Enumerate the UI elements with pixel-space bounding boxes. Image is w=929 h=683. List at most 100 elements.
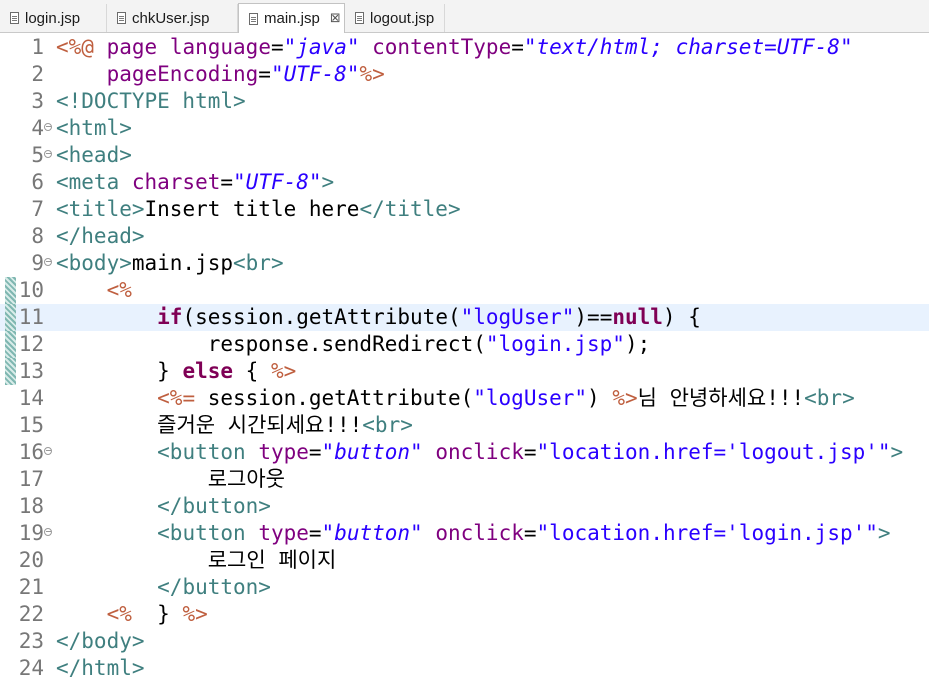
code-line[interactable]: 2 pageEncoding="UTF-8"%>: [0, 61, 929, 88]
code-token: 로그인 페이지: [56, 548, 337, 572]
line-number: 5: [31, 143, 44, 167]
code-token: }: [131, 602, 183, 626]
code-line[interactable]: 4− <html>: [0, 115, 929, 142]
line-number: 14: [18, 386, 44, 410]
tab-logout-jsp[interactable]: logout.jsp: [345, 4, 445, 32]
code-line[interactable]: 19− <button type="button" onclick="locat…: [0, 520, 929, 547]
collapse-fold-icon[interactable]: −: [44, 123, 52, 131]
tab-main-jsp[interactable]: main.jsp ⊠: [238, 3, 345, 33]
line-number: 23: [18, 629, 44, 653]
code-token: <button: [157, 440, 259, 464]
tab-chkUser-jsp[interactable]: chkUser.jsp: [107, 4, 238, 32]
code-line[interactable]: 20 로그인 페이지: [0, 547, 929, 574]
code-line[interactable]: 10 <%: [0, 277, 929, 304]
code-token: </button>: [157, 575, 271, 599]
line-number: 15: [18, 413, 44, 437]
code-line[interactable]: 17 로그아웃: [0, 466, 929, 493]
code-text: 로그아웃: [56, 466, 285, 493]
code-token: </button>: [157, 494, 271, 518]
code-token: onclick: [435, 521, 524, 545]
code-text: </button>: [56, 493, 271, 520]
code-text: pageEncoding="UTF-8"%>: [56, 61, 385, 88]
code-token: "java": [283, 35, 360, 59]
code-line[interactable]: 23 </body>: [0, 628, 929, 655]
code-token: }: [56, 359, 183, 383]
code-line[interactable]: 11 if(session.getAttribute("logUser")==n…: [0, 304, 929, 331]
editor-tab-bar: login.jsp chkUser.jsp main.jsp ⊠ logout.jsp: [0, 0, 929, 33]
line-number: 17: [18, 467, 44, 491]
code-editor[interactable]: 1 <%@ page language="java" contentType="t…: [0, 33, 929, 683]
code-token: ): [587, 386, 613, 410]
collapse-fold-icon[interactable]: −: [44, 447, 52, 455]
line-number: 12: [18, 332, 44, 356]
code-token: %>: [359, 62, 385, 86]
tab-label: chkUser.jsp: [132, 9, 210, 27]
code-token: null: [612, 305, 663, 329]
code-line[interactable]: 14 <%= session.getAttribute("logUser") %…: [0, 385, 929, 412]
collapse-fold-icon[interactable]: −: [44, 258, 52, 266]
close-tab-icon[interactable]: ⊠: [330, 12, 341, 25]
line-number: 11: [18, 305, 44, 329]
code-line[interactable]: 15 즐거운 시간되세요!!!<br>: [0, 412, 929, 439]
code-line[interactable]: 18 </button>: [0, 493, 929, 520]
code-text: if(session.getAttribute("logUser")==null…: [56, 304, 701, 331]
code-token: "login.jsp": [485, 332, 625, 356]
line-number: 18: [18, 494, 44, 518]
code-line[interactable]: 22 <% } %>: [0, 601, 929, 628]
code-token: "UTF-8": [233, 170, 322, 194]
code-line[interactable]: 7 <title>Insert title here</title>: [0, 196, 929, 223]
code-token: <%: [106, 602, 132, 626]
collapse-fold-icon[interactable]: −: [44, 528, 52, 536]
code-token: pageEncoding: [106, 62, 259, 86]
code-token: >: [877, 521, 891, 545]
code-line[interactable]: 9− <body>main.jsp<br>: [0, 250, 929, 277]
code-text: </button>: [56, 574, 271, 601]
line-number: 3: [31, 89, 44, 113]
code-token: "button": [321, 521, 423, 545]
code-token: %>: [612, 386, 638, 410]
tab-label: login.jsp: [25, 9, 81, 27]
code-text: <html>: [56, 115, 132, 142]
jsp-file-icon: [10, 12, 19, 24]
collapse-fold-icon[interactable]: −: [44, 150, 52, 158]
code-line[interactable]: 24 </html>: [0, 655, 929, 682]
code-text: 즐거운 시간되세요!!!<br>: [56, 412, 413, 439]
code-token: <%: [106, 278, 132, 302]
code-token: <%=: [157, 386, 196, 410]
code-line[interactable]: 8 </head>: [0, 223, 929, 250]
code-token: {: [233, 359, 271, 383]
code-text: </html>: [56, 655, 145, 682]
code-line[interactable]: 5− <head>: [0, 142, 929, 169]
code-text: <head>: [56, 142, 132, 169]
code-token: <button: [157, 521, 259, 545]
code-line[interactable]: 12 response.sendRedirect("login.jsp");: [0, 331, 929, 358]
line-number: 8: [31, 224, 44, 248]
line-number: 7: [31, 197, 44, 221]
code-token: charset: [131, 170, 221, 194]
code-line[interactable]: 13 } else { %>: [0, 358, 929, 385]
code-line[interactable]: 1 <%@ page language="java" contentType="t…: [0, 34, 929, 61]
code-line[interactable]: 21 </button>: [0, 574, 929, 601]
code-text: <%= session.getAttribute("logUser") %>님 …: [56, 385, 855, 412]
code-token: "button": [321, 440, 423, 464]
code-line[interactable]: 6 <meta charset="UTF-8">: [0, 169, 929, 196]
code-token: =: [511, 35, 524, 59]
code-line[interactable]: 3 <!DOCTYPE html>: [0, 88, 929, 115]
line-number: 10: [18, 278, 44, 302]
line-number: 19: [18, 521, 44, 545]
code-text: <% } %>: [56, 601, 208, 628]
code-token: <br>: [804, 386, 855, 410]
code-token: "logUser": [473, 386, 588, 410]
code-line[interactable]: 16− <button type="button" onclick="locat…: [0, 439, 929, 466]
tab-login-jsp[interactable]: login.jsp: [0, 4, 107, 32]
line-number: 24: [18, 656, 44, 680]
code-token: =: [523, 440, 537, 464]
